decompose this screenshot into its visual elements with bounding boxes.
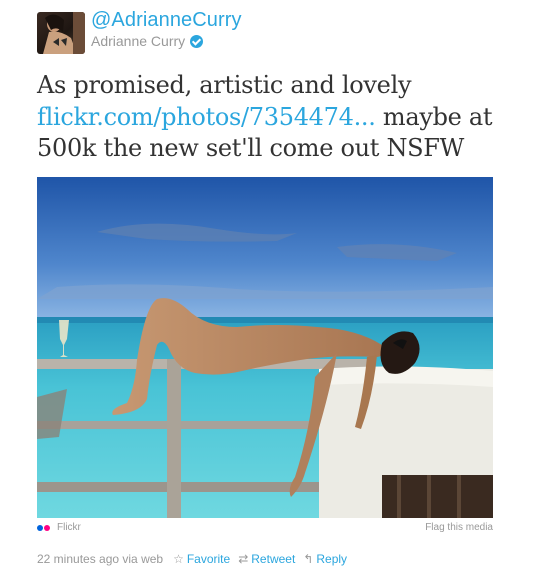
favorite-label: Favorite (186, 552, 231, 566)
avatar[interactable] (37, 12, 85, 54)
tweet-text-before-link: As promised, artistic and lovely (37, 71, 412, 99)
flag-media-link[interactable]: Flag this media (425, 522, 493, 533)
display-name-text: Adrianne Curry (91, 33, 186, 49)
author-handle[interactable]: @AdrianneCurry (91, 9, 242, 32)
media-source-link[interactable]: Flickr (57, 522, 81, 533)
reply-label: Reply (316, 552, 348, 566)
reply-button[interactable]: ↰ Reply (303, 552, 347, 566)
flickr-logo-icon (37, 525, 51, 531)
retweet-icon: ⇄ (238, 552, 249, 566)
tweet-media-photo[interactable] (37, 177, 493, 518)
retweet-button[interactable]: ⇄ Retweet (238, 552, 295, 566)
author-display-name: Adrianne Curry (91, 33, 204, 49)
media-footer: Flickr Flag this media (37, 522, 493, 536)
tweet-link[interactable]: flickr.com/photos/7354474... (37, 103, 376, 131)
tweet-meta: 22 minutes ago via web ☆ Favorite ⇄ Retw… (37, 552, 347, 566)
star-icon: ☆ (173, 552, 184, 566)
reply-icon: ↰ (303, 552, 314, 566)
retweet-label: Retweet (251, 552, 296, 566)
tweet-text: As promised, artistic and lovely flickr.… (37, 70, 527, 165)
favorite-button[interactable]: ☆ Favorite (173, 552, 230, 566)
verified-badge-icon (190, 34, 204, 48)
tweet-timestamp[interactable]: 22 minutes ago via web (37, 552, 163, 566)
